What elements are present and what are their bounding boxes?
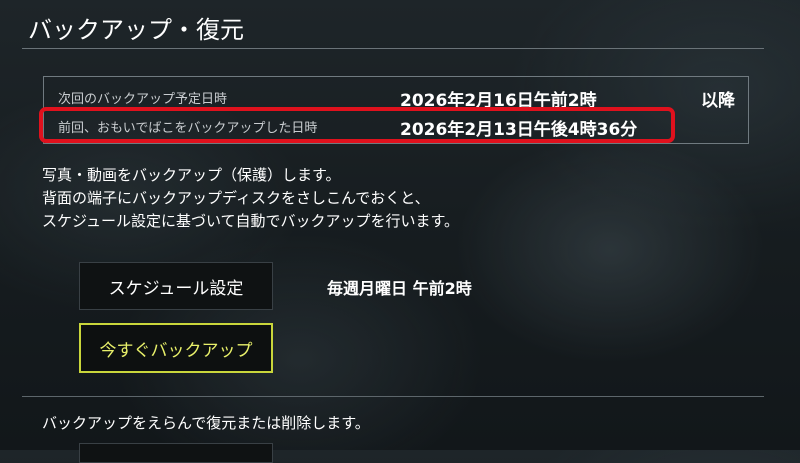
description-line: スケジュール設定に基づいて自動でバックアップを行います。	[42, 212, 460, 230]
last-backup-highlight	[39, 107, 675, 143]
description-line: 背面の端子にバックアップディスクをさしこんでおくと、	[42, 189, 430, 207]
description-line: 写真・動画をバックアップ（保護）します。	[42, 166, 341, 184]
title-divider	[22, 48, 764, 49]
schedule-value: 毎週月曜日 午前2時	[327, 279, 472, 298]
restore-description: バックアップをえらんで復元または削除します。	[42, 414, 370, 432]
page-title: バックアップ・復元	[28, 16, 244, 44]
schedule-settings-button[interactable]: スケジュール設定	[79, 262, 273, 310]
next-backup-label: 次回のバックアップ予定日時	[58, 92, 228, 107]
backup-description: 写真・動画をバックアップ（保護）します。 背面の端子にバックアップディスクをさし…	[42, 164, 459, 233]
next-backup-suffix: 以降	[701, 91, 735, 111]
section-divider	[22, 396, 764, 397]
restore-list-button[interactable]	[79, 443, 273, 463]
backup-now-button[interactable]: 今すぐバックアップ	[79, 323, 273, 373]
